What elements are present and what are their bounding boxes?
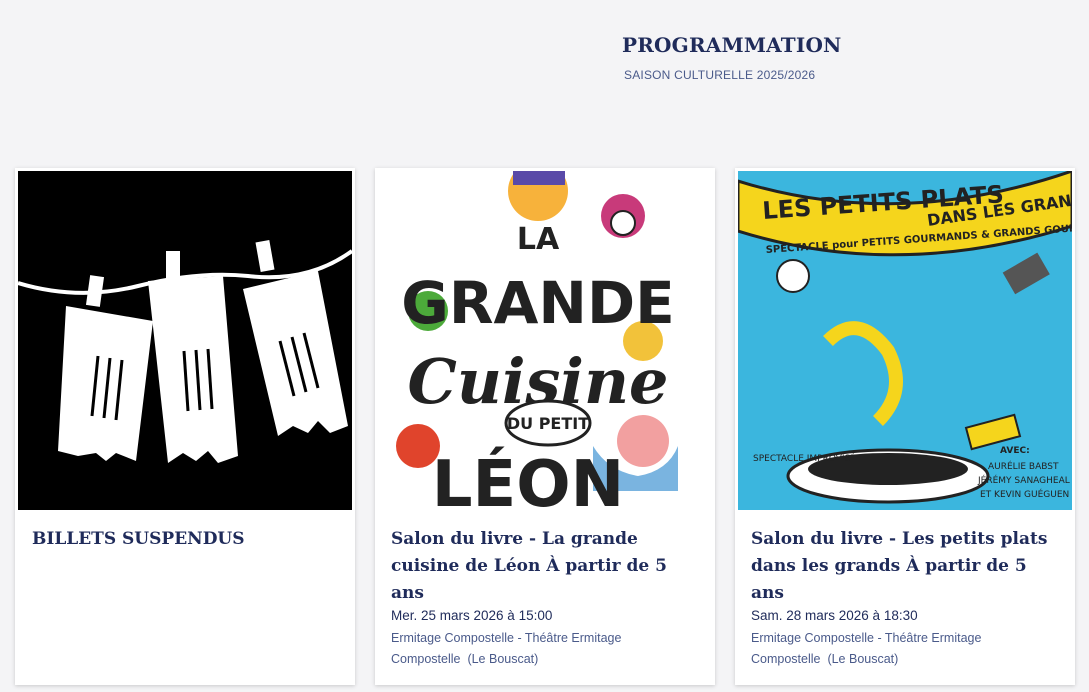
- poster-text-performer-1: AURÉLIE BABST: [988, 460, 1059, 472]
- page-title: PROGRAMMATION: [622, 33, 842, 57]
- event-city: (Le Bouscat): [827, 652, 899, 666]
- poster-text-improvise: SPECTACLE IMPROVISÉ: [753, 452, 856, 464]
- event-venue[interactable]: Ermitage Compostelle - Théâtre Ermitage …: [391, 628, 681, 670]
- event-card-petits-plats[interactable]: LES PETITS PLATS DANS LES GRANDS SPECTAC…: [735, 168, 1075, 685]
- hanging-tickets-illustration: [18, 171, 352, 510]
- event-date: Mer. 25 mars 2026 à 15:00: [391, 608, 553, 623]
- event-card-grande-cuisine[interactable]: LA GRANDE Cuisine DU PETIT LÉON Salon du…: [375, 168, 715, 685]
- poster-text-performer-3: ET KEVIN GUÉGUEN: [980, 488, 1069, 500]
- page-subtitle: SAISON CULTURELLE 2025/2026: [624, 68, 816, 82]
- event-title[interactable]: BILLETS SUSPENDUS: [32, 526, 342, 553]
- event-image-petits-plats[interactable]: LES PETITS PLATS DANS LES GRANDS SPECTAC…: [738, 171, 1072, 510]
- event-card-billets-suspendus[interactable]: BILLETS SUSPENDUS: [15, 168, 355, 685]
- event-date: Sam. 28 mars 2026 à 18:30: [751, 608, 918, 623]
- event-title[interactable]: Salon du livre - La grande cuisine de Lé…: [391, 526, 701, 607]
- event-venue[interactable]: Ermitage Compostelle - Théâtre Ermitage …: [751, 628, 1041, 670]
- event-city: (Le Bouscat): [467, 652, 539, 666]
- la-grande-cuisine-du-petit-leon-poster: LA GRANDE Cuisine DU PETIT LÉON: [378, 171, 712, 510]
- poster-text-la: LA: [517, 222, 560, 257]
- poster-text-du-petit: DU PETIT: [507, 414, 589, 433]
- poster-text-grande: GRANDE: [401, 269, 674, 337]
- poster-text-avec: AVEC:: [1000, 446, 1030, 456]
- les-petits-plats-dans-les-grands-poster: LES PETITS PLATS DANS LES GRANDS SPECTAC…: [738, 171, 1072, 510]
- poster-text-leon: LÉON: [432, 446, 624, 510]
- event-image-grande-cuisine[interactable]: LA GRANDE Cuisine DU PETIT LÉON: [378, 171, 712, 510]
- poster-text-performer-2: JÉRÉMY SANAGHEAL: [977, 474, 1070, 486]
- event-image-tickets[interactable]: [18, 171, 352, 510]
- event-title[interactable]: Salon du livre - Les petits plats dans l…: [751, 526, 1061, 607]
